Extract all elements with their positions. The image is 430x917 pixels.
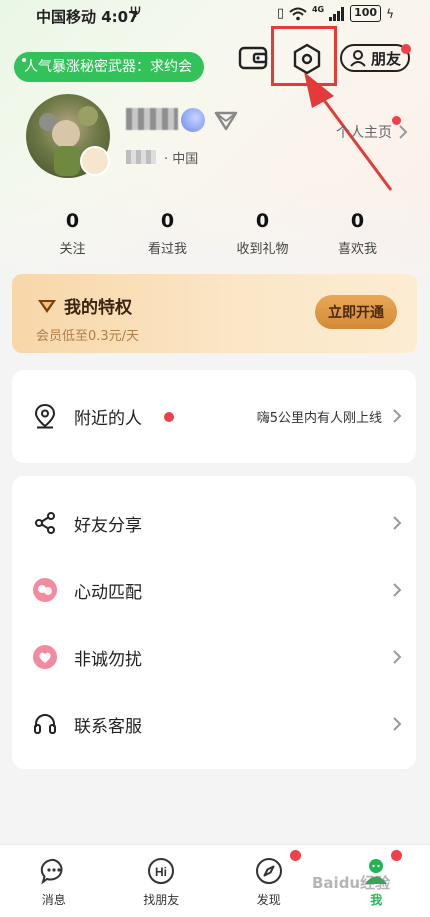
profile-notification-dot [392,116,401,125]
crown-diamond-icon [38,299,56,313]
friends-button[interactable]: 朋友 [340,44,410,72]
stat-gifts[interactable]: 0 收到礼物 [215,210,310,257]
headset-icon [32,711,58,737]
profile-page-label: 个人主页 [336,125,392,141]
menu-item-no-disturb[interactable]: 非诚勿扰 [12,624,416,690]
stat-visitors[interactable]: 0 看过我 [120,210,215,257]
menu-item-label: 联系客服 [74,716,142,737]
nearby-label: 附近的人 [74,408,142,429]
stats-row: 0 关注 0 看过我 0 收到礼物 0 喜欢我 [25,210,405,257]
stat-likes[interactable]: 0 喜欢我 [310,210,405,257]
location-text: 中国 [172,152,199,167]
menu-item-share[interactable]: 好友分享 [12,490,416,556]
stat-value: 0 [350,210,365,232]
stat-value: 0 [65,210,80,232]
stat-following[interactable]: 0 关注 [25,210,120,257]
discover-notification-dot [290,850,301,861]
nav-item-find-friends[interactable]: Hi 找朋友 [108,845,216,917]
avatar-badge [80,146,110,176]
location-label: · 中国 [164,152,199,167]
chevron-right-icon [393,409,402,423]
menu-card: 好友分享 心动匹配 非诚勿扰 联系客服 [12,476,416,769]
friends-notification-dot [401,44,411,54]
heart-match-icon [32,577,58,603]
me-icon [365,859,388,884]
wifi-icon [289,7,307,20]
vip-badge-icon [181,108,205,132]
no-disturb-icon [32,644,58,670]
privilege-card[interactable]: 我的特权 会员低至0.3元/天 立即开通 [12,274,417,353]
stat-label: 喜欢我 [337,242,377,257]
promo-pill[interactable]: 人气暴涨秘密武器：求约会 [14,52,204,82]
stat-label: 收到礼物 [236,242,289,257]
nearby-hint: 嗨5公里内有人刚上线 [256,410,382,426]
me-notification-dot [390,850,402,861]
nearby-card: 附近的人 嗨5公里内有人刚上线 [12,370,416,463]
wallet-icon [238,46,268,70]
wallet-button[interactable] [236,42,272,74]
username-redacted [126,108,178,130]
settings-button[interactable] [290,41,324,77]
activate-button[interactable]: 立即开通 [315,295,397,329]
nav-item-discover[interactable]: 发现 [215,845,323,917]
profile-page-link[interactable]: 个人主页 [336,122,408,142]
nav-label: 我 [370,893,383,907]
diamond-icon[interactable] [213,109,239,131]
charging-icon: ϟ [386,6,394,21]
privilege-title-row: 我的特权 [36,293,132,318]
nav-label: 找朋友 [143,893,180,907]
stat-value: 0 [160,210,175,232]
settings-hexagon-icon [293,43,321,75]
stat-value: 0 [255,210,270,232]
privilege-subtitle: 会员低至0.3元/天 [36,329,140,342]
usb-icon: Ψ [130,5,142,21]
menu-item-label: 好友分享 [74,515,142,536]
menu-item-heart-match[interactable]: 心动匹配 [12,557,416,623]
stat-label: 关注 [59,242,86,257]
network-label: 4G [311,5,325,14]
chevron-right-icon [399,125,408,139]
chevron-right-icon [393,583,402,597]
hi-icon: Hi [148,858,175,884]
chevron-right-icon [393,516,402,530]
battery-indicator: 100 [350,5,382,22]
status-bar: 中国移动 4:07 Ψ ▯ 4G 100 ϟ [0,0,430,30]
chevron-right-icon [393,650,402,664]
nav-label: 消息 [41,893,66,907]
carrier-time: 中国移动 4:07 [36,8,139,26]
friends-label: 朋友 [370,49,401,68]
vibrate-icon: ▯ [276,6,284,21]
menu-item-label: 非诚勿扰 [74,649,142,670]
nav-item-me[interactable]: 我 [323,845,430,917]
compass-icon [255,858,282,884]
privilege-title: 我的特权 [64,298,132,318]
stat-label: 看过我 [147,242,187,257]
nearby-notification-dot [164,412,174,422]
menu-item-label: 心动匹配 [74,582,142,603]
chevron-right-icon [393,717,402,731]
friends-icon [350,50,366,67]
status-right: ▯ 4G 100 ϟ [277,5,394,22]
nav-label: 发现 [256,893,281,907]
bottom-nav: 消息 Hi 找朋友 发现 我 [0,844,430,917]
nearby-row[interactable]: 附近的人 嗨5公里内有人刚上线 [12,383,416,449]
share-icon [32,510,58,536]
nav-item-messages[interactable]: 消息 [0,845,108,917]
svg-text:Hi: Hi [155,865,167,879]
signal-icon [329,6,345,21]
location-pin-icon [32,403,58,429]
message-icon [40,858,63,885]
age-redacted [126,150,156,164]
menu-item-customer-service[interactable]: 联系客服 [12,691,416,757]
